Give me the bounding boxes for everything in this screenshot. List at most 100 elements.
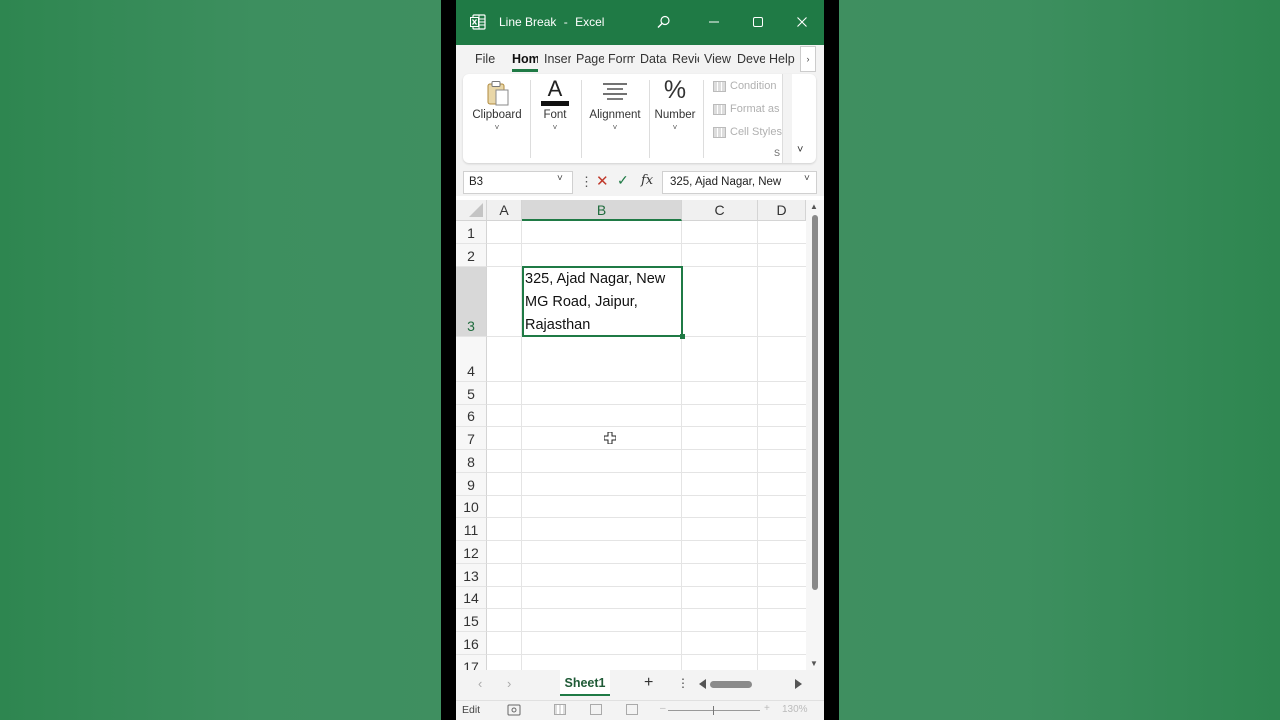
conditional-formatting-button[interactable]: Condition xyxy=(713,80,783,92)
ribbon-divider xyxy=(530,80,531,158)
row-header-17[interactable]: 17 xyxy=(456,655,487,670)
cancel-entry-button[interactable]: ✕ xyxy=(596,172,609,190)
cell-cursor-icon xyxy=(604,432,616,444)
format-as-table-button[interactable]: Format as xyxy=(713,103,783,115)
row-header-12[interactable]: 12 xyxy=(456,541,487,564)
vertical-scroll-thumb[interactable] xyxy=(812,215,818,590)
column-header-a[interactable]: A xyxy=(487,200,522,221)
scroll-right-icon[interactable] xyxy=(795,679,802,689)
number-group[interactable]: % Number ˅ xyxy=(652,74,698,163)
row-header-7[interactable]: 7 xyxy=(456,427,487,450)
scroll-up-icon[interactable]: ▲ xyxy=(810,202,818,211)
horizontal-scroll-thumb[interactable] xyxy=(710,681,752,688)
tab-insert[interactable]: Inser xyxy=(544,52,571,66)
zoom-slider-knob[interactable] xyxy=(713,706,714,715)
formula-expand-chevron-down-icon[interactable]: ˅ xyxy=(804,173,810,184)
tab-page-layout[interactable]: Page xyxy=(576,52,604,66)
tab-review[interactable]: Revie xyxy=(672,52,699,66)
tab-view[interactable]: View xyxy=(704,52,733,66)
add-sheet-button[interactable]: + xyxy=(644,674,653,692)
ribbon-expand-icon[interactable]: ˅ xyxy=(797,144,803,156)
insert-function-button[interactable]: fx xyxy=(641,173,653,188)
clipboard-label: Clipboard xyxy=(472,109,522,121)
row-header-11[interactable]: 11 xyxy=(456,518,487,541)
app-name: Excel xyxy=(575,15,605,29)
window-title: Line Break - Excel xyxy=(499,15,604,29)
column-header-d[interactable]: D xyxy=(758,200,806,221)
row-header-14[interactable]: 14 xyxy=(456,587,487,609)
gridline xyxy=(487,381,806,382)
row-header-8[interactable]: 8 xyxy=(456,450,487,473)
tab-home[interactable]: Hom xyxy=(512,52,538,66)
zoom-out-icon[interactable]: – xyxy=(660,703,666,714)
font-color-bar xyxy=(541,101,569,106)
zoom-slider[interactable] xyxy=(668,710,760,711)
page-layout-view-icon[interactable] xyxy=(590,704,602,715)
row-header-2[interactable]: 2 xyxy=(456,244,487,267)
normal-view-icon[interactable] xyxy=(554,704,566,715)
search-button[interactable] xyxy=(654,12,674,32)
number-label: Number xyxy=(654,109,696,121)
column-header-b[interactable]: B xyxy=(522,200,682,221)
row-header-15[interactable]: 15 xyxy=(456,609,487,632)
row-header-9[interactable]: 9 xyxy=(456,473,487,496)
formula-input[interactable]: 325, Ajad Nagar, New xyxy=(662,171,817,194)
zoom-in-icon[interactable]: + xyxy=(764,703,770,714)
minimize-button[interactable] xyxy=(704,12,724,32)
tab-file[interactable]: File xyxy=(475,52,499,66)
gridline xyxy=(757,221,758,670)
maximize-button[interactable] xyxy=(748,12,768,32)
tab-formulas[interactable]: Form xyxy=(608,52,635,66)
row-header-4[interactable]: 4 xyxy=(456,337,487,382)
gridline xyxy=(487,495,806,496)
row-header-16[interactable]: 16 xyxy=(456,632,487,655)
chevron-down-icon: ˅ xyxy=(672,123,678,132)
page-break-view-icon[interactable] xyxy=(626,704,638,715)
next-sheet-icon[interactable]: › xyxy=(507,676,511,691)
format-as-table-icon xyxy=(713,103,726,115)
select-all-button[interactable] xyxy=(456,200,487,221)
scroll-left-icon[interactable] xyxy=(699,679,706,689)
row-header-3[interactable]: 3 xyxy=(456,267,487,337)
gridline xyxy=(487,608,806,609)
worksheet-grid[interactable]: A B C D 1 2 3 4 5 6 7 8 9 10 11 12 13 14… xyxy=(456,200,806,670)
enter-entry-button[interactable]: ✓ xyxy=(617,172,629,189)
accessibility-icon[interactable] xyxy=(507,704,521,716)
tab-developer[interactable]: Deve xyxy=(737,52,765,66)
chevron-down-icon: ˅ xyxy=(612,123,618,132)
chevron-down-icon: ˅ xyxy=(494,123,500,132)
cell-styles-icon xyxy=(713,126,726,138)
column-header-c[interactable]: C xyxy=(682,200,758,221)
formula-bar-options-icon[interactable]: ⋮ xyxy=(580,174,593,190)
cell-styles-button[interactable]: Cell Styles xyxy=(713,126,783,138)
conditional-formatting-icon xyxy=(713,80,726,92)
ribbon-divider xyxy=(581,80,582,158)
font-group[interactable]: A Font ˅ xyxy=(533,74,577,163)
sheet-tab-sheet1[interactable]: Sheet1 xyxy=(560,670,610,696)
row-header-5[interactable]: 5 xyxy=(456,382,487,405)
search-icon xyxy=(657,15,670,28)
zoom-level[interactable]: 130% xyxy=(782,704,808,715)
title-separator: - xyxy=(563,15,568,29)
row-header-1[interactable]: 1 xyxy=(456,221,487,244)
cell-b3-value: 325, Ajad Nagar, New MG Road, Jaipur, Ra… xyxy=(525,271,666,333)
tabs-scroll-right-button[interactable]: › xyxy=(800,46,816,72)
scroll-down-icon[interactable]: ▼ xyxy=(810,659,818,668)
clipboard-group[interactable]: Clipboard ˅ xyxy=(468,74,526,163)
name-box-chevron-down-icon[interactable]: ˅ xyxy=(557,173,563,184)
previous-sheet-icon[interactable]: ‹ xyxy=(478,676,482,691)
format-as-table-label: Format as xyxy=(730,103,780,115)
row-header-13[interactable]: 13 xyxy=(456,564,487,587)
alignment-group[interactable]: Alignment ˅ xyxy=(585,74,645,163)
tab-data[interactable]: Data xyxy=(640,52,668,66)
row-header-10[interactable]: 10 xyxy=(456,496,487,518)
tab-help[interactable]: Help xyxy=(769,52,797,66)
gridline xyxy=(487,563,806,564)
close-button[interactable] xyxy=(792,12,812,32)
sheet-options-icon[interactable]: ⋮ xyxy=(677,676,689,690)
gridline xyxy=(487,540,806,541)
font-label: Font xyxy=(543,109,567,121)
row-header-6[interactable]: 6 xyxy=(456,405,487,427)
ribbon-scroll-strip[interactable] xyxy=(782,74,792,163)
gridline xyxy=(487,586,806,587)
